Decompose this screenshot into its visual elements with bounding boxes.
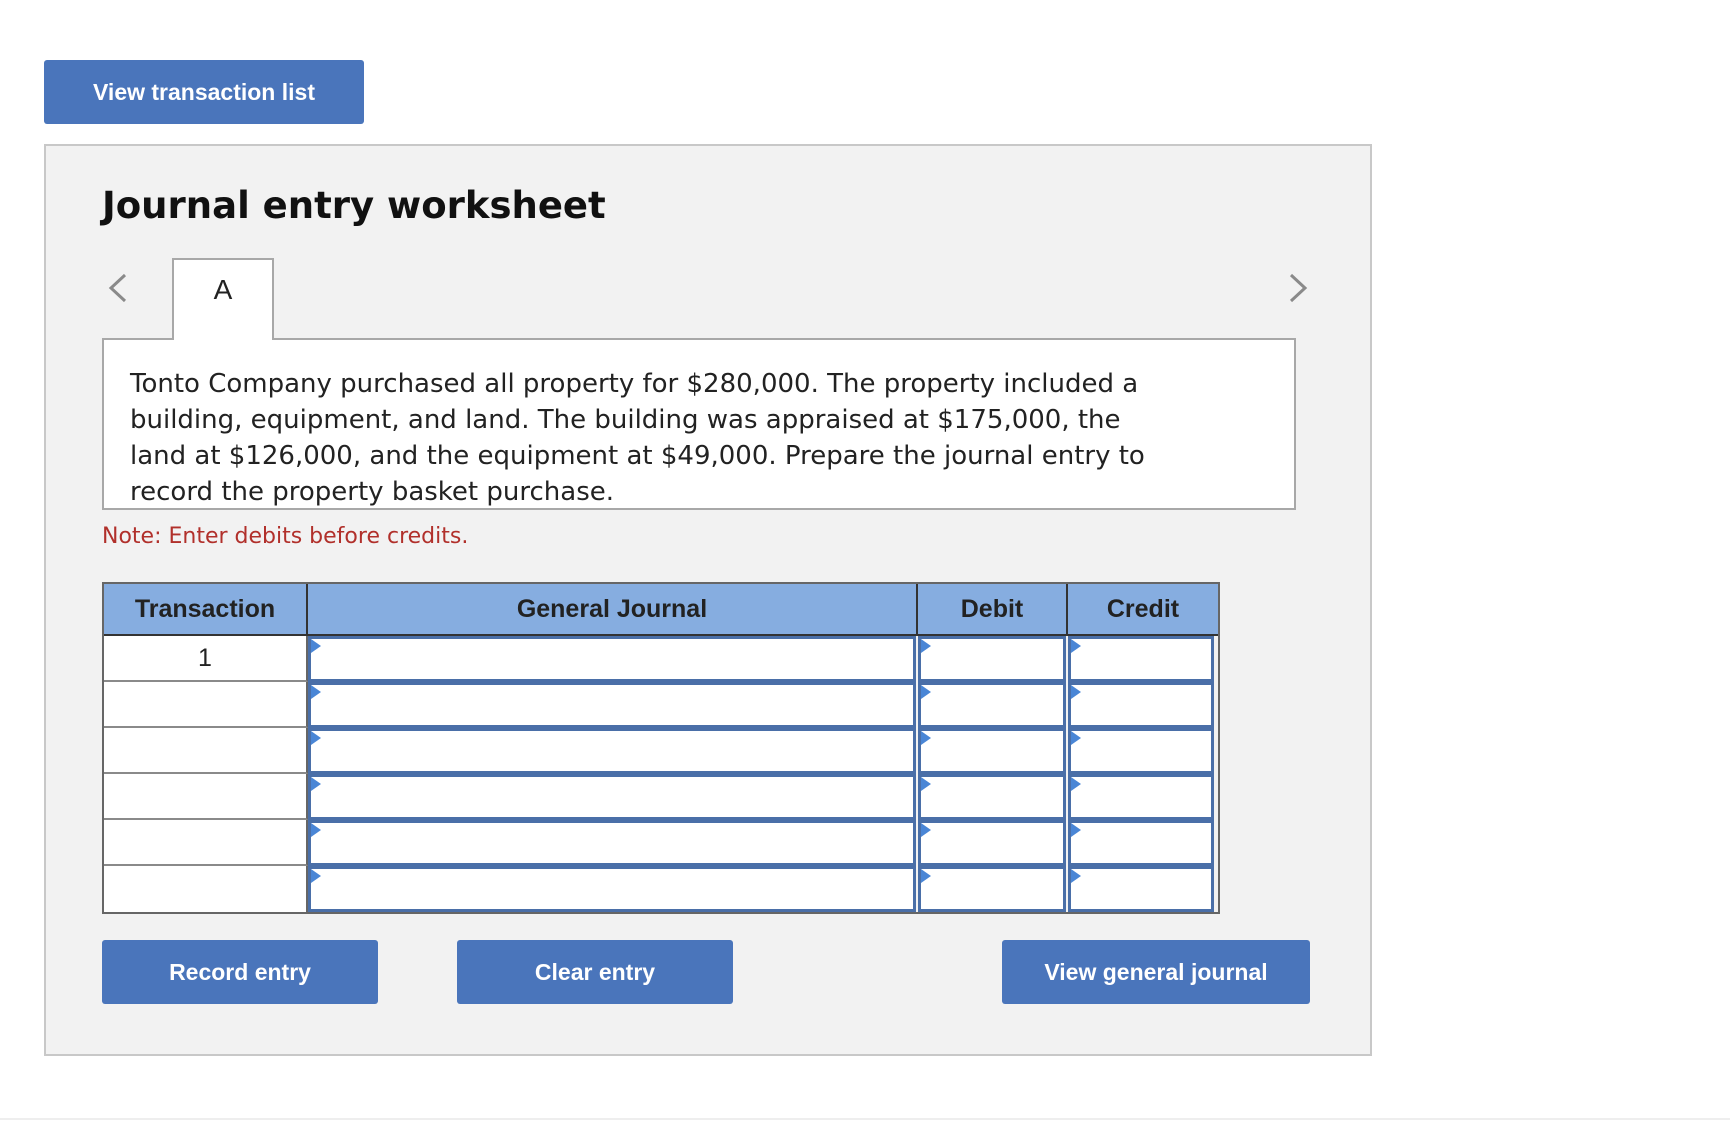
debit-input[interactable]	[918, 820, 1066, 866]
transaction-cell	[104, 728, 308, 774]
chevron-right-icon	[1289, 273, 1308, 303]
column-header-transaction: Transaction	[104, 584, 308, 634]
debit-input[interactable]	[918, 728, 1066, 774]
next-button[interactable]	[1280, 266, 1316, 310]
debit-input[interactable]	[918, 866, 1066, 912]
column-header-general-journal: General Journal	[308, 584, 918, 634]
general-journal-input[interactable]	[308, 682, 916, 728]
transaction-cell: 1	[104, 636, 308, 682]
worksheet-title: Journal entry worksheet	[102, 184, 606, 227]
transaction-cell	[104, 866, 308, 912]
table-row	[104, 820, 1218, 866]
table-row	[104, 682, 1218, 728]
transaction-cell	[104, 820, 308, 866]
problem-text: Tonto Company purchased all property for…	[130, 369, 1145, 507]
tab-a-label: A	[213, 274, 233, 305]
table-row	[104, 866, 1218, 912]
general-journal-input[interactable]	[308, 820, 916, 866]
table-row	[104, 728, 1218, 774]
debit-input[interactable]	[918, 636, 1066, 682]
chevron-left-icon	[108, 273, 127, 303]
general-journal-input[interactable]	[308, 728, 916, 774]
table-row	[104, 774, 1218, 820]
divider	[0, 1118, 1730, 1120]
debit-input[interactable]	[918, 682, 1066, 728]
column-header-debit: Debit	[918, 584, 1068, 634]
view-general-journal-button[interactable]: View general journal	[1002, 940, 1310, 1004]
credit-input[interactable]	[1068, 774, 1214, 820]
journal-table: Transaction General Journal Debit Credit…	[102, 582, 1220, 914]
journal-header-row: Transaction General Journal Debit Credit	[104, 584, 1218, 636]
credit-input[interactable]	[1068, 820, 1214, 866]
table-row: 1	[104, 636, 1218, 682]
credit-input[interactable]	[1068, 636, 1214, 682]
previous-button[interactable]	[100, 266, 136, 310]
view-transaction-list-button[interactable]: View transaction list	[44, 60, 364, 124]
credit-input[interactable]	[1068, 728, 1214, 774]
transaction-cell	[104, 682, 308, 728]
debit-input[interactable]	[918, 774, 1066, 820]
tab-a[interactable]: A	[172, 258, 274, 340]
note-text: Note: Enter debits before credits.	[102, 524, 469, 549]
credit-input[interactable]	[1068, 682, 1214, 728]
clear-entry-button[interactable]: Clear entry	[457, 940, 733, 1004]
column-header-credit: Credit	[1106, 594, 1180, 623]
general-journal-input[interactable]	[308, 866, 916, 912]
record-entry-button[interactable]: Record entry	[102, 940, 378, 1004]
transaction-cell	[104, 774, 308, 820]
general-journal-input[interactable]	[308, 636, 916, 682]
general-journal-input[interactable]	[308, 774, 916, 820]
credit-input[interactable]	[1068, 866, 1214, 912]
